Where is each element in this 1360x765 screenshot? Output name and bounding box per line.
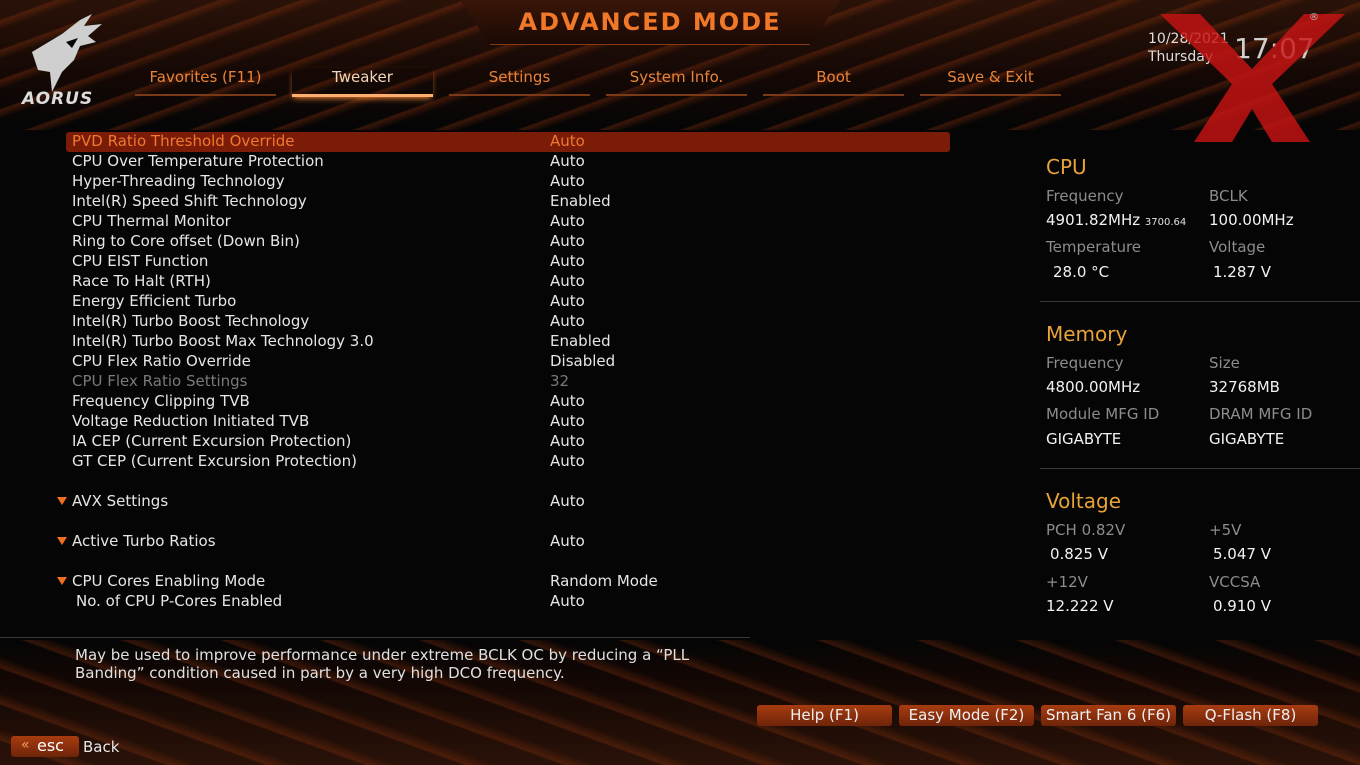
expand-triangle-icon (57, 537, 67, 545)
setting-label: CPU Cores Enabling Mode (72, 572, 266, 590)
registered-mark-icon: ® (1309, 12, 1319, 23)
setting-value[interactable]: Auto (550, 251, 585, 271)
q-flash-button[interactable]: Q-Flash (F8) (1183, 705, 1318, 726)
12v-voltage-value: 12.222 V (1046, 597, 1114, 615)
tab-boot[interactable]: Boot (763, 68, 904, 96)
cpu-frequency-value: 4901.82MHz 3700.64 (1046, 211, 1186, 229)
easy-mode-button[interactable]: Easy Mode (F2) (899, 705, 1034, 726)
module-mfg-label: Module MFG ID (1046, 405, 1160, 423)
cpu-frequency-secondary: 3700.64 (1144, 217, 1187, 228)
setting-label: CPU Flex Ratio Override (72, 352, 251, 370)
divider (0, 637, 750, 638)
dram-mfg-label: DRAM MFG ID (1209, 405, 1313, 423)
setting-label: Race To Halt (RTH) (72, 272, 211, 290)
5v-voltage-label: +5V (1209, 521, 1242, 539)
help-button[interactable]: Help (F1) (757, 705, 892, 726)
memory-size-label: Size (1209, 354, 1240, 372)
5v-voltage-value: 5.047 V (1213, 545, 1271, 563)
setting-label: No. of CPU P-Cores Enabled (76, 592, 283, 610)
setting-value[interactable]: Auto (550, 591, 585, 611)
dram-mfg-value: GIGABYTE (1209, 430, 1285, 448)
setting-value[interactable]: Enabled (550, 191, 611, 211)
setting-value[interactable]: Auto (550, 171, 585, 191)
setting-value[interactable]: Enabled (550, 331, 611, 351)
cpu-temperature-value: 28.0 °C (1053, 263, 1110, 281)
panel-divider (1040, 301, 1360, 302)
setting-value[interactable]: Auto (550, 451, 585, 471)
setting-label: Hyper-Threading Technology (72, 172, 285, 190)
setting-value[interactable]: Auto (550, 231, 585, 251)
cpu-voltage-label: Voltage (1209, 238, 1266, 256)
tab-tweaker[interactable]: Tweaker (292, 68, 433, 97)
tab-settings[interactable]: Settings (449, 68, 590, 96)
cpu-section-title: CPU (1046, 155, 1087, 179)
setting-value[interactable]: Auto (550, 211, 585, 231)
setting-value[interactable]: Auto (550, 411, 585, 431)
setting-label: GT CEP (Current Excursion Protection) (72, 452, 357, 470)
setting-value: 32 (550, 372, 570, 390)
setting-label: PVD Ratio Threshold Override (72, 132, 295, 150)
setting-label: AVX Settings (72, 492, 169, 510)
pch-voltage-label: PCH 0.82V (1046, 521, 1126, 539)
expand-triangle-icon (57, 497, 67, 505)
vccsa-voltage-value: 0.910 V (1213, 597, 1271, 615)
setting-label: Ring to Core offset (Down Bin) (72, 232, 300, 250)
setting-label: Active Turbo Ratios (72, 532, 216, 550)
12v-voltage-label: +12V (1046, 573, 1088, 591)
esc-button[interactable]: « esc (11, 736, 79, 757)
cpu-frequency-number: 4901.82MHz (1046, 211, 1141, 229)
setting-value[interactable]: Random Mode (550, 571, 658, 591)
setting-label: CPU Thermal Monitor (72, 212, 231, 230)
setting-label: Frequency Clipping TVB (72, 392, 250, 410)
setting-label: Voltage Reduction Initiated TVB (72, 412, 310, 430)
voltage-section-title: Voltage (1046, 489, 1122, 513)
setting-label: CPU Flex Ratio Settings (72, 372, 248, 390)
setting-value: Auto (550, 492, 585, 510)
memory-frequency-value: 4800.00MHz (1046, 378, 1141, 396)
setting-label: Energy Efficient Turbo (72, 292, 237, 310)
setting-label: Intel(R) Speed Shift Technology (72, 192, 307, 210)
setting-value[interactable]: Auto (550, 291, 585, 311)
setting-value[interactable]: Auto (550, 151, 585, 171)
cpu-frequency-label: Frequency (1046, 187, 1124, 205)
setting-value[interactable]: Auto (550, 131, 585, 151)
esc-label: esc (37, 736, 64, 755)
cpu-temperature-label: Temperature (1046, 238, 1142, 256)
vccsa-voltage-label: VCCSA (1209, 573, 1261, 591)
setting-label: IA CEP (Current Excursion Protection) (72, 432, 352, 450)
double-chevron-left-icon: « (21, 737, 30, 753)
watermark-logo-icon (1160, 14, 1345, 142)
logo-text: AORUS (22, 89, 94, 109)
help-description: May be used to improve performance under… (75, 646, 690, 682)
memory-section-title: Memory (1046, 322, 1128, 346)
pch-voltage-value: 0.825 V (1050, 545, 1108, 563)
setting-value: Auto (550, 532, 585, 550)
tab-save-exit[interactable]: Save & Exit (920, 68, 1061, 96)
setting-label: Intel(R) Turbo Boost Max Technology 3.0 (72, 332, 374, 350)
module-mfg-value: GIGABYTE (1046, 430, 1122, 448)
setting-label: Intel(R) Turbo Boost Technology (72, 312, 310, 330)
setting-label: CPU EIST Function (72, 252, 209, 270)
smart-fan-button[interactable]: Smart Fan 6 (F6) (1041, 705, 1176, 726)
setting-value[interactable]: Auto (550, 431, 585, 451)
page-title: ADVANCED MODE (518, 8, 782, 36)
tab-system-info[interactable]: System Info. (606, 68, 747, 96)
setting-value[interactable]: Disabled (550, 351, 615, 371)
setting-value[interactable]: Auto (550, 311, 585, 331)
memory-size-value: 32768MB (1209, 378, 1280, 396)
memory-frequency-label: Frequency (1046, 354, 1124, 372)
expand-triangle-icon (57, 577, 67, 585)
cpu-bclk-label: BCLK (1209, 187, 1248, 205)
back-label[interactable]: Back (83, 738, 119, 756)
cpu-voltage-value: 1.287 V (1213, 263, 1271, 281)
setting-value[interactable]: Auto (550, 271, 585, 291)
panel-divider (1040, 468, 1360, 469)
tab-favorites[interactable]: Favorites (F11) (135, 68, 276, 96)
cpu-bclk-value: 100.00MHz (1209, 211, 1294, 229)
setting-label: CPU Over Temperature Protection (72, 152, 324, 170)
setting-value[interactable]: Auto (550, 391, 585, 411)
